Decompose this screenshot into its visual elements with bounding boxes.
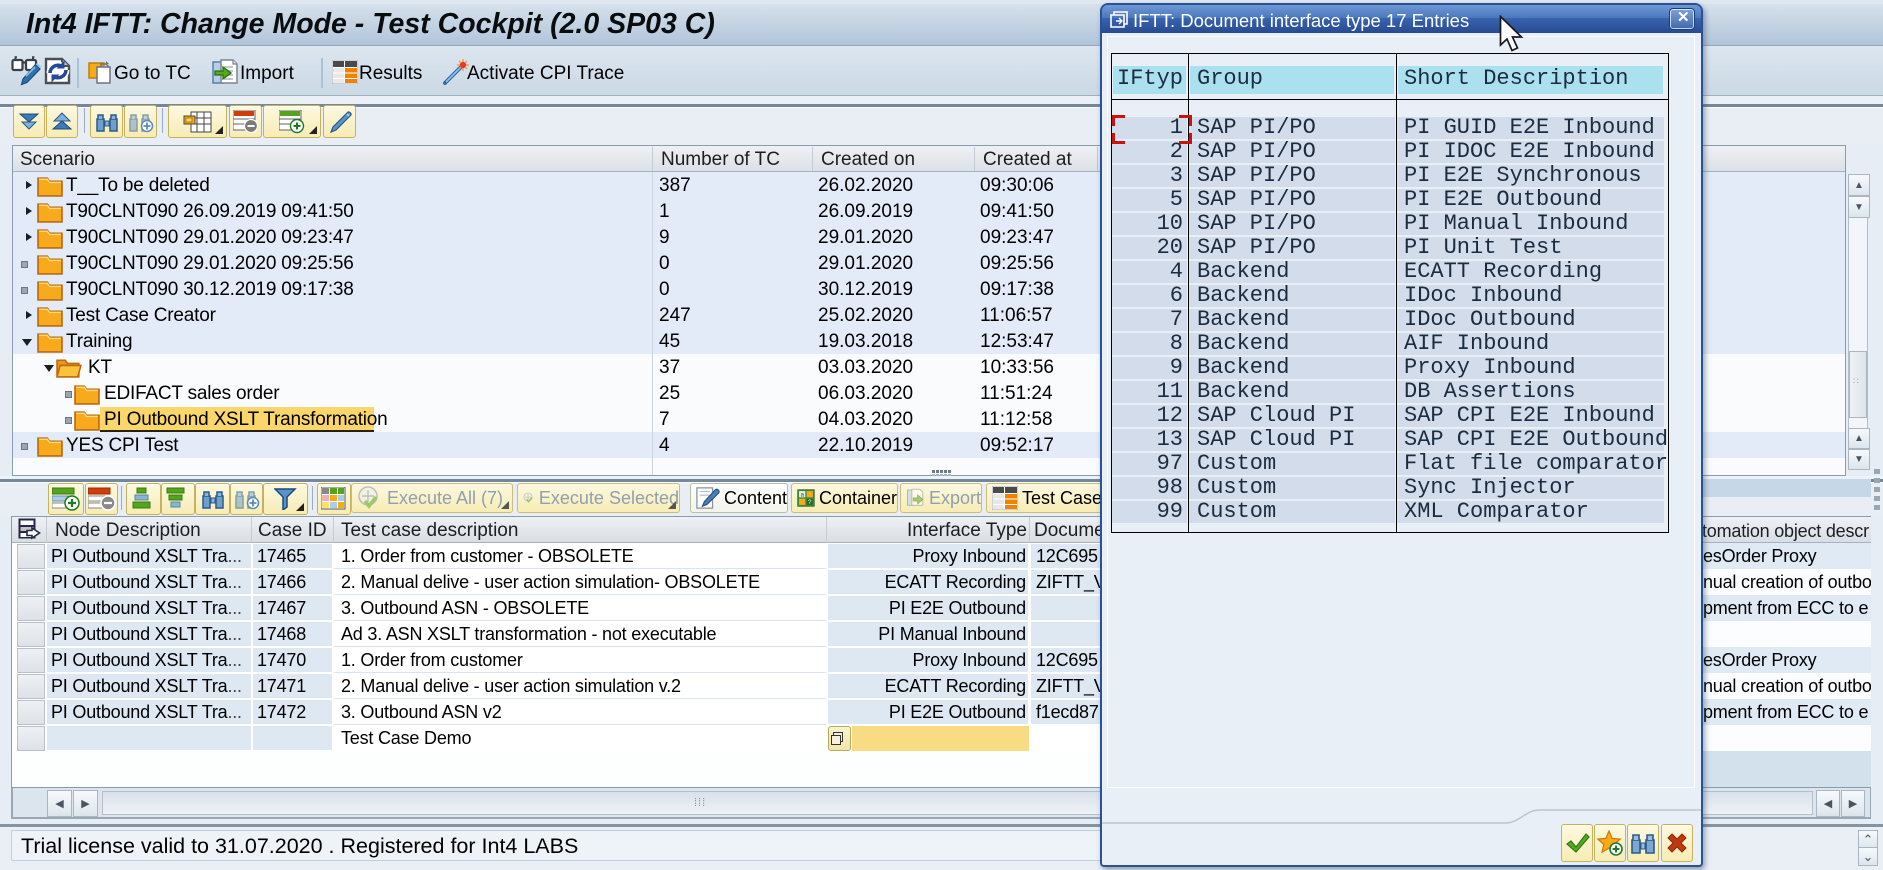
- svg-text:?: ?: [808, 499, 812, 506]
- svg-text:a: a: [800, 492, 804, 499]
